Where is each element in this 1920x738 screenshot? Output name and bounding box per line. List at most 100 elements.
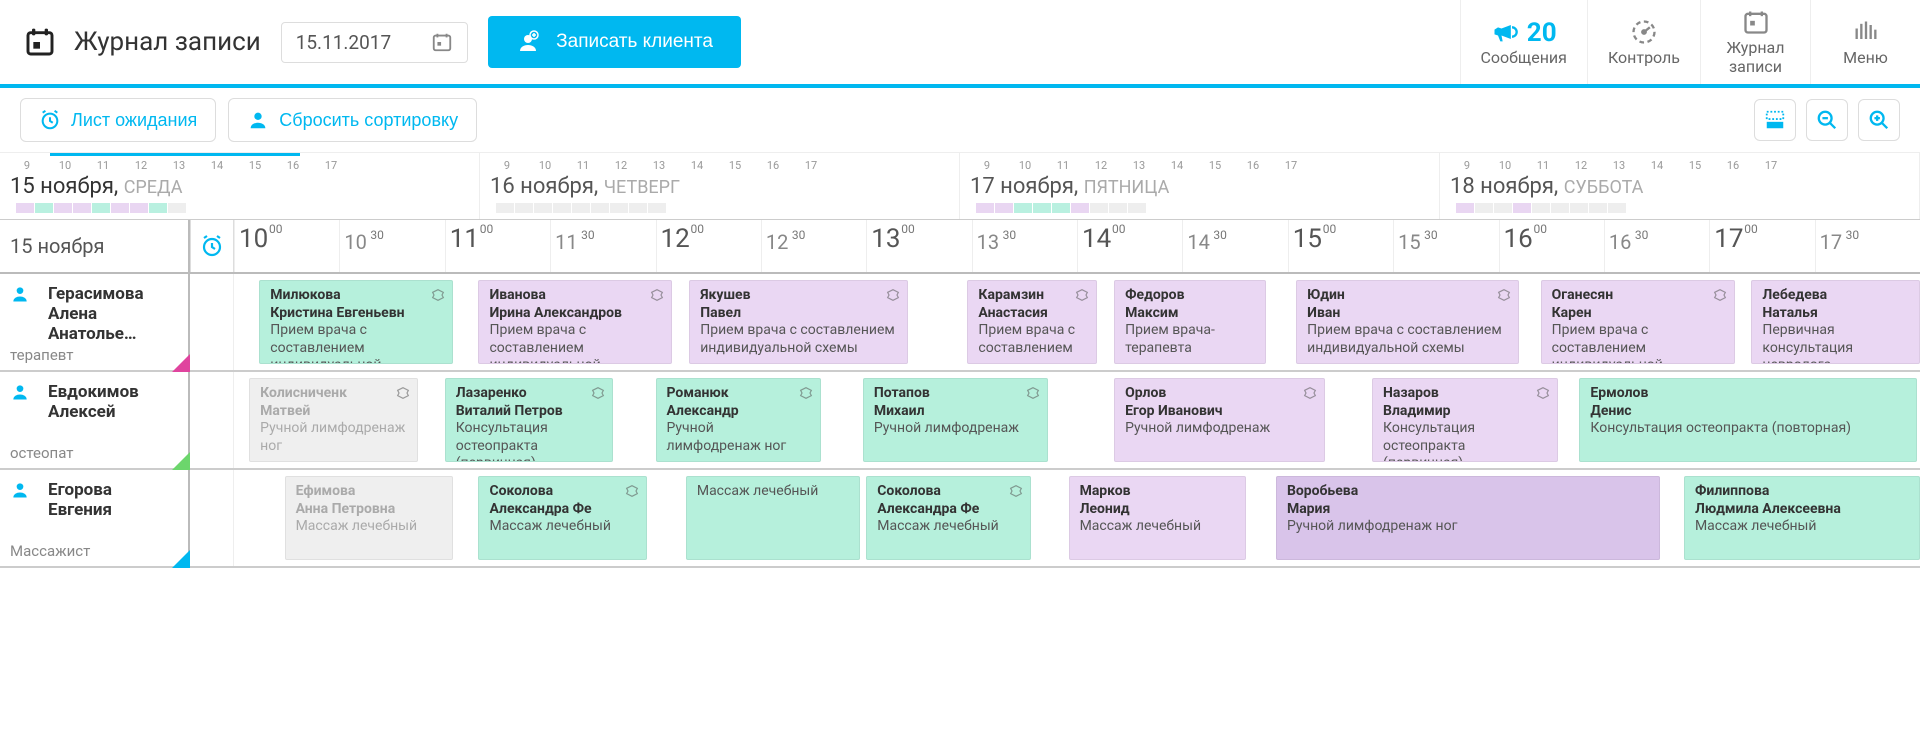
- time-ruler: 15 ноября 100010301100113012001230130013…: [0, 220, 1920, 274]
- appointment[interactable]: ЛебедеваНатальяПервичная консультация не…: [1751, 280, 1920, 364]
- reset-sort-label: Сбросить сортировку: [279, 110, 458, 131]
- appointment[interactable]: СоколоваАлександра ФеМассаж лечебный: [478, 476, 647, 560]
- messages-count: 20: [1527, 18, 1557, 48]
- add-client-button[interactable]: Записать клиента: [488, 16, 741, 68]
- page-title-text: Журнал записи: [74, 27, 261, 57]
- time-slot: 1000: [234, 220, 339, 272]
- staff-cell[interactable]: ЕгороваЕвгенияМассажист: [0, 470, 190, 566]
- ticket-icon: [798, 385, 814, 401]
- nav-journal[interactable]: Журнал записи: [1700, 0, 1810, 84]
- person-icon: [10, 480, 30, 520]
- ticket-icon: [1496, 287, 1512, 303]
- view-mode-button[interactable]: [1754, 99, 1796, 141]
- nav-menu[interactable]: Меню: [1810, 0, 1920, 84]
- mini-load-bar: [10, 203, 469, 215]
- zoom-in-icon: [1868, 109, 1890, 131]
- appointment[interactable]: НазаровВладимирКонсультация остеопракта …: [1372, 378, 1557, 462]
- appointment[interactable]: ЕрмоловДенисКонсультация остеопракта (по…: [1579, 378, 1916, 462]
- time-slot: 1030: [339, 220, 444, 272]
- ticket-icon: [1712, 287, 1728, 303]
- ticket-icon: [624, 483, 640, 499]
- appointment[interactable]: ПотаповМихаилРучной лимфодренаж: [863, 378, 1048, 462]
- time-slot: 1430: [1182, 220, 1287, 272]
- wait-list-button[interactable]: Лист ожидания: [20, 98, 216, 142]
- schedule-row: ЕвдокимовАлексейостеопат КолисниченкМатве…: [0, 372, 1920, 470]
- person-icon: [10, 382, 30, 422]
- ticket-icon: [649, 287, 665, 303]
- journal-label-2: записи: [1729, 57, 1782, 76]
- messages-label: Сообщения: [1481, 48, 1567, 67]
- ruler-alarm-cell[interactable]: [190, 220, 234, 272]
- time-slot: 1130: [550, 220, 655, 272]
- staff-cell[interactable]: ЕвдокимовАлексейостеопат: [0, 372, 190, 468]
- schedule-row: ЕгороваЕвгенияМассажист ЕфимоваАнна Петро…: [0, 470, 1920, 568]
- alarm-icon: [39, 109, 61, 131]
- page-title: Журнал записи: [24, 26, 261, 58]
- ticket-icon: [430, 287, 446, 303]
- ticket-icon: [1535, 385, 1551, 401]
- appointment[interactable]: МилюковаКристина ЕвгеньевнПрием врача с …: [259, 280, 453, 364]
- ruler-date-cell: 15 ноября: [0, 220, 190, 272]
- appointment[interactable]: ИвановаИрина АлександровПрием врача с со…: [478, 280, 672, 364]
- staff-cell[interactable]: ГерасимоваАленаАнатолье…терапевт: [0, 274, 190, 370]
- appointment[interactable]: КарамзинАнастасияПрием врача с составлен…: [967, 280, 1097, 364]
- date-picker[interactable]: 15.11.2017: [281, 22, 468, 63]
- app-header: Журнал записи 15.11.2017 Записать клиент…: [0, 0, 1920, 88]
- appointment[interactable]: Массаж лечебный: [686, 476, 860, 560]
- appointment[interactable]: МарковЛеонидМассаж лечебный: [1069, 476, 1246, 560]
- equalizer-icon: [1852, 18, 1880, 46]
- megaphone-icon: [1491, 18, 1519, 46]
- appointment[interactable]: КолисниченкМатвейРучной лимфодренаж ног: [249, 378, 418, 462]
- toolbar: Лист ожидания Сбросить сортировку: [0, 88, 1920, 153]
- time-slot: 1730: [1815, 220, 1920, 272]
- person-icon: [10, 284, 30, 344]
- zoom-out-icon: [1816, 109, 1838, 131]
- day-weekday: СРЕДА: [124, 177, 183, 198]
- appointment-track[interactable]: КолисниченкМатвейРучной лимфодренаж ног Л…: [234, 372, 1920, 468]
- appointment[interactable]: ЛазаренкоВиталий ПетровКонсультация осте…: [445, 378, 614, 462]
- appointment[interactable]: ОрловЕгор ИвановичРучной лимфодренаж: [1114, 378, 1325, 462]
- ticket-icon: [1008, 483, 1024, 499]
- zoom-in-button[interactable]: [1858, 99, 1900, 141]
- calendar-nav-icon: [1742, 8, 1770, 36]
- alarm-icon: [200, 234, 224, 258]
- appointment-track[interactable]: МилюковаКристина ЕвгеньевнПрием врача с …: [234, 274, 1920, 370]
- day-column-3[interactable]: 91011121314151617 18 ноября, СУББОТА: [1440, 153, 1920, 219]
- hour-ticks: 91011121314151617: [10, 159, 469, 172]
- appointment[interactable]: ЮдинИванПрием врача с составлением индив…: [1296, 280, 1519, 364]
- schedule-grid: ГерасимоваАленаАнатолье…терапевт Милюкова…: [0, 274, 1920, 568]
- time-slot: 1630: [1604, 220, 1709, 272]
- ticket-icon: [1025, 385, 1041, 401]
- ticket-icon: [590, 385, 606, 401]
- ticket-icon: [1074, 287, 1090, 303]
- ticket-icon: [1302, 385, 1318, 401]
- appointment[interactable]: ОганесянКаренПрием врача с составлением …: [1541, 280, 1735, 364]
- appointment-track[interactable]: ЕфимоваАнна ПетровнаМассаж лечебный Сокол…: [234, 470, 1920, 566]
- calendar-icon: [24, 26, 56, 58]
- ticket-icon: [395, 385, 411, 401]
- nav-control[interactable]: Контроль: [1587, 0, 1700, 84]
- ruler-slots: 1000103011001130120012301300133014001430…: [234, 220, 1920, 272]
- appointment[interactable]: ЯкушевПавелПрием врача с составлением ин…: [689, 280, 908, 364]
- time-slot: 1700: [1709, 220, 1814, 272]
- control-label: Контроль: [1608, 48, 1680, 67]
- schedule-row: ГерасимоваАленаАнатолье…терапевт Милюкова…: [0, 274, 1920, 372]
- appointment[interactable]: ФилипповаЛюдмила АлексеевнаМассаж лечебн…: [1684, 476, 1920, 560]
- day-date: 15 ноября,: [10, 174, 118, 199]
- day-column-2[interactable]: 91011121314151617 17 ноября, ПЯТНИЦА: [960, 153, 1440, 219]
- appointment[interactable]: ВоробьеваМарияРучной лимфодренаж ног: [1276, 476, 1660, 560]
- day-column-1[interactable]: 91011121314151617 16 ноября, ЧЕТВЕРГ: [480, 153, 960, 219]
- appointment[interactable]: СоколоваАлександра ФеМассаж лечебный: [866, 476, 1031, 560]
- appointment[interactable]: РоманюкАлександрРучной лимфодренаж ног: [656, 378, 821, 462]
- header-nav: 20 Сообщения Контроль Журнал записи Меню: [1460, 0, 1920, 84]
- ticket-icon: [885, 287, 901, 303]
- time-slot: 1530: [1393, 220, 1498, 272]
- nav-messages[interactable]: 20 Сообщения: [1460, 0, 1587, 84]
- appointment[interactable]: ЕфимоваАнна ПетровнаМассаж лечебный: [285, 476, 454, 560]
- appointment[interactable]: ФедоровМаксимПрием врача-терапевта: [1114, 280, 1266, 364]
- reset-sort-button[interactable]: Сбросить сортировку: [228, 98, 477, 142]
- header-left: Журнал записи 15.11.2017 Записать клиент…: [0, 0, 761, 84]
- gauge-icon: [1630, 18, 1658, 46]
- day-column-0[interactable]: 91011121314151617 15 ноября, СРЕДА: [0, 153, 480, 219]
- zoom-out-button[interactable]: [1806, 99, 1848, 141]
